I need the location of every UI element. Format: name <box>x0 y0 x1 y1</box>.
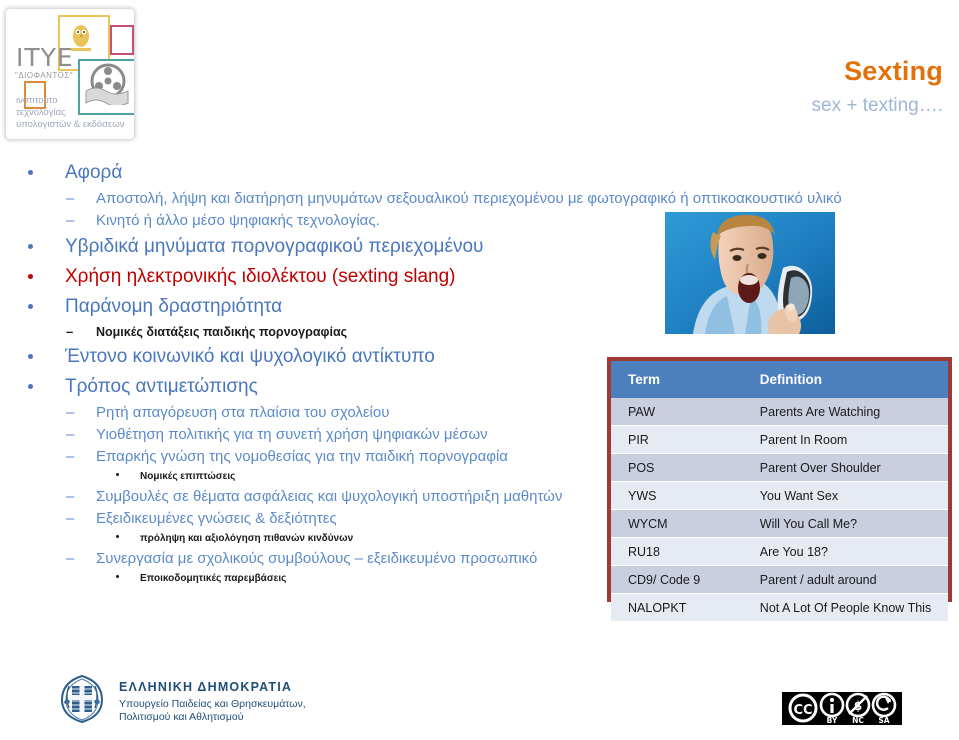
bullet-dash-icon: – <box>66 426 75 443</box>
itye-logo: ITYE "ΔΙΟΦΑΝΤΟΣ" ινστιτούτο τεχνολογίας … <box>6 9 134 139</box>
logo-subtitle-line2: τεχνολογίας <box>16 107 66 118</box>
page-title: Sexting <box>844 56 943 86</box>
bullet-dot-icon <box>28 244 33 249</box>
cell-definition: Parent Over Shoulder <box>745 453 948 482</box>
cell-definition: Parent In Room <box>745 425 948 454</box>
bullet-dot-icon <box>28 274 33 279</box>
list-item-label: Αποστολή, λήψη και διατήρηση μηνυμάτων σ… <box>96 190 842 207</box>
cell-definition: Will You Call Me? <box>745 509 948 538</box>
logo-subtitle-line1: ινστιτούτο <box>16 95 58 106</box>
gov-ministry-line2: Πολιτισμού και Αθλητισμού <box>119 711 244 723</box>
bullet-dot-icon <box>28 384 33 389</box>
table-row: WYCM Will You Call Me? <box>611 509 948 538</box>
bullet-dash-icon: – <box>66 404 75 421</box>
greek-coat-of-arms-icon <box>60 674 104 724</box>
bullet-subdot-icon <box>116 535 119 538</box>
list-item: Χρήση ηλεκτρονικής ιδιολέκτου (sexting s… <box>18 262 828 292</box>
column-header-definition: Definition <box>745 361 948 398</box>
list-item: – Αποστολή, λήψη και διατήρηση μηνυμάτων … <box>18 188 891 210</box>
list-item-label: Επαρκής γνώση της νομοθεσίας για την παι… <box>96 448 508 465</box>
table-row: YWS You Want Sex <box>611 481 948 510</box>
table-row: CD9/ Code 9 Parent / adult around <box>611 565 948 594</box>
cell-definition: Are You 18? <box>745 537 948 566</box>
list-item-label: Συμβουλές σε θέματα ασφάλειας και ψυχολο… <box>96 488 563 505</box>
list-item: – Κινητό ή άλλο μέσο ψηφιακής τεχνολογίας… <box>18 210 828 232</box>
list-item-label: Χρήση ηλεκτρονικής ιδιολέκτου (sexting s… <box>65 266 456 287</box>
list-item: Υβριδικά μηνύματα πορνογραφικού περιεχομ… <box>18 232 828 262</box>
table-row: POS Parent Over Shoulder <box>611 453 948 482</box>
list-item-label: Νομικές διατάξεις παιδικής πορνογραφίας <box>96 325 348 339</box>
list-item-label: πρόληψη και αξιολόγηση πιθανών κινδύνων <box>140 533 354 544</box>
gov-ministry: Υπουργείο Παιδείας και Θρησκευμάτων, Πολ… <box>119 698 306 724</box>
cell-definition: Not A Lot Of People Know This <box>745 593 948 622</box>
list-item-label: Υιοθέτηση πολιτικής για τη συνετή χρήση … <box>96 426 488 443</box>
logo-subtitle-line3: υπολογιστών & εκδόσεων <box>16 119 125 130</box>
cell-term: PIR <box>611 425 746 454</box>
list-item: Παράνομη δραστηριότητα <box>18 292 828 322</box>
greek-government-logo: ΕΛΛΗΝΙΚΗ ΔΗΜΟΚΡΑΤΙΑ Υπουργείο Παιδείας κ… <box>57 672 307 728</box>
bullet-dot-icon <box>28 170 33 175</box>
table-row: NALOPKT Not A Lot Of People Know This <box>611 593 948 622</box>
cell-definition: You Want Sex <box>745 481 948 510</box>
gov-title: ΕΛΛΗΝΙΚΗ ΔΗΜΟΚΡΑΤΙΑ <box>119 680 293 694</box>
list-item-label: Κινητό ή άλλο μέσο ψηφιακής τεχνολογίας. <box>96 212 380 229</box>
list-item-label: Εξειδικευμένες γνώσεις & δεξιότητες <box>96 510 337 527</box>
list-item-label: Αφορά <box>65 162 123 183</box>
list-item-label: Υβριδικά μηνύματα πορνογραφικού περιεχομ… <box>65 236 484 257</box>
cell-term: WYCM <box>611 509 746 538</box>
bullet-subdot-icon <box>116 473 119 476</box>
list-item-label: Νομικές επιπτώσεις <box>140 471 236 482</box>
sexting-slang-table: Term Definition PAW Parents Are Watching P… <box>607 357 952 622</box>
cc-by-nc-sa-icon: CC $ BY NC SA <box>782 692 902 725</box>
table-row: PIR Parent In Room <box>611 425 948 454</box>
cell-definition: Parent / adult around <box>745 565 948 594</box>
list-item-label: Εποικοδομητικές παρεμβάσεις <box>140 573 287 584</box>
cc-label-2: SA <box>878 716 889 725</box>
bullet-dot-icon <box>28 354 33 359</box>
cell-term: PAW <box>611 398 746 426</box>
bullet-dash-icon: – <box>66 488 75 505</box>
slang-table-element: Term Definition PAW Parents Are Watching P… <box>611 361 948 622</box>
list-item-label: Συνεργασία με σχολικούς συμβούλους – εξε… <box>96 550 538 567</box>
bullet-dash-icon: – <box>66 212 75 229</box>
bullet-dash-icon: – <box>66 550 75 567</box>
cell-term: CD9/ Code 9 <box>611 565 746 594</box>
cell-term: NALOPKT <box>611 593 746 622</box>
logo-pink-panel <box>110 25 134 55</box>
bullet-dash-icon: – <box>66 510 75 527</box>
bullet-subdot-icon <box>116 575 119 578</box>
bullet-dash-icon: – <box>66 190 75 207</box>
list-item-label: Παράνομη δραστηριότητα <box>65 296 283 317</box>
logo-brand: ITYE <box>16 43 74 72</box>
cell-term: YWS <box>611 481 746 510</box>
table-header-row: Term Definition <box>611 361 948 398</box>
creative-commons-badge: CC $ BY NC SA <box>782 692 902 725</box>
list-item-label: Ρητή απαγόρευση στα πλαίσια του σχολείου <box>96 404 390 421</box>
column-header-term: Term <box>611 361 746 398</box>
bullet-dash-icon: – <box>66 448 75 465</box>
logo-brand-sub: "ΔΙΟΦΑΝΤΟΣ" <box>15 71 74 80</box>
list-item-label: Τρόπος αντιμετώπισης <box>65 376 258 397</box>
cell-term: POS <box>611 453 746 482</box>
logo-subtitle: ινστιτούτο τεχνολογίας υπολογιστών & εκδ… <box>16 95 124 131</box>
cc-label-1: NC <box>852 716 864 725</box>
cell-term: RU18 <box>611 537 746 566</box>
svg-text:CC: CC <box>793 703 812 718</box>
list-item: Αφορά <box>18 158 828 188</box>
list-item: – Νομικές διατάξεις παιδικής πορνογραφίας <box>18 322 828 342</box>
cell-definition: Parents Are Watching <box>745 398 948 426</box>
bullet-dash-icon: – <box>66 324 74 339</box>
bullet-dot-icon <box>28 304 33 309</box>
table-row: RU18 Are You 18? <box>611 537 948 566</box>
page-subtitle: sex + texting…. <box>811 95 943 116</box>
table-row: PAW Parents Are Watching <box>611 398 948 426</box>
cc-label-0: BY <box>827 716 838 725</box>
gov-ministry-line1: Υπουργείο Παιδείας και Θρησκευμάτων, <box>119 698 306 710</box>
table-body: PAW Parents Are Watching PIR Parent In Room… <box>611 398 948 622</box>
list-item-label: Έντονο κοινωνικό και ψυχολογικό αντίκτυπ… <box>65 346 435 367</box>
